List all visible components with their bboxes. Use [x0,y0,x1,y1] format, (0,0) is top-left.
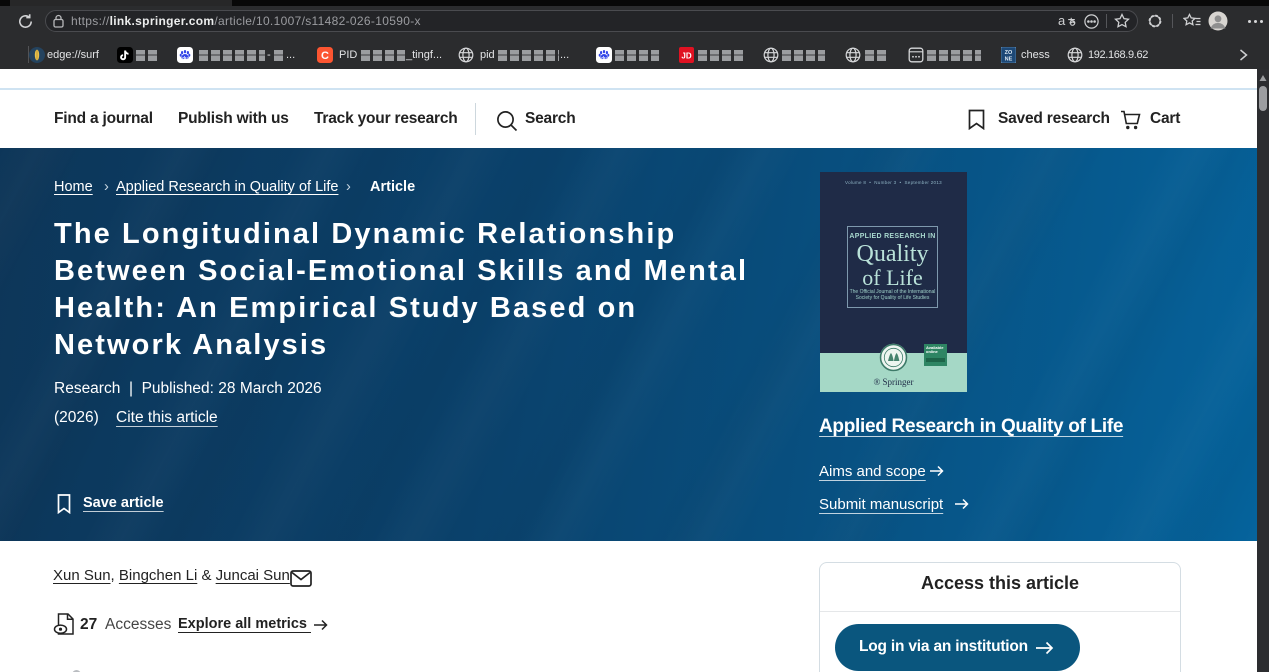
svg-text:C: C [321,50,329,62]
svg-text:du: du [182,56,188,61]
svg-text:NE: NE [1005,57,1013,63]
svg-text:JD: JD [681,52,691,61]
svg-text:du: du [601,56,607,61]
svg-text:ZO: ZO [1005,50,1013,56]
